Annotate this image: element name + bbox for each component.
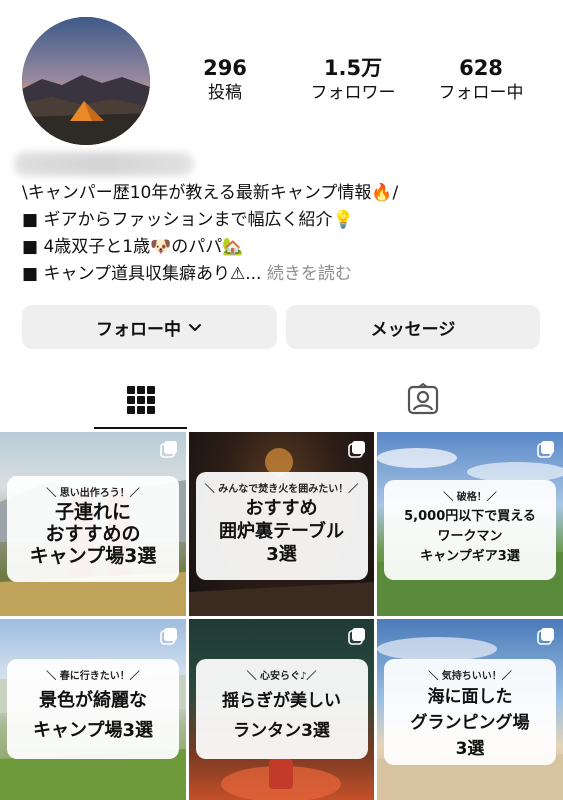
tab-tagged[interactable] (376, 370, 469, 430)
followers-count: 1.5万 (323, 56, 383, 80)
post-tagline: ＼ 気持ちいい！／ (428, 671, 512, 682)
post-card: ＼ 春に行きたい！／ 景色が綺麗な キャンプ場3選 (7, 659, 179, 759)
profile-header: 296 投稿 1.5万 フォロワー 628 フォロー中 (0, 0, 563, 150)
bio-line-3: ■ 4歳双子と1歳🐶のパパ🏡 (22, 237, 244, 257)
stat-posts[interactable]: 296 投稿 (165, 55, 285, 105)
post-card: ＼ 気持ちいい！／ 海に面した グランピング場 3選 (384, 659, 556, 765)
bio-line-4-text: ■ キャンプ道具収集癖あり⚠... (22, 264, 262, 284)
multiple-images-icon (537, 440, 555, 458)
post-tagline: ＼ 破格！／ (443, 492, 497, 503)
avatar-landscape-image (22, 17, 150, 145)
followers-label: フォロワー (310, 83, 396, 103)
multiple-images-icon (160, 627, 178, 645)
post-tile[interactable]: ＼ 春に行きたい！／ 景色が綺麗な キャンプ場3選 (0, 619, 186, 800)
bio-line-4: ■ キャンプ道具収集癖あり⚠... 続きを読む (22, 261, 552, 288)
following-count: 628 (459, 56, 503, 80)
multiple-images-icon (348, 627, 366, 645)
post-title: 子連れに おすすめの キャンプ場3選 (29, 501, 157, 567)
blurred-username (14, 152, 194, 176)
posts-count: 296 (203, 56, 247, 80)
posts-label: 投稿 (208, 83, 242, 103)
post-title: 景色が綺麗な キャンプ場3選 (33, 690, 153, 741)
post-tagline: ＼ みんなで焚き火を囲みたい！／ (204, 484, 359, 495)
post-tagline: ＼ 心安らぐ♪／ (246, 671, 317, 682)
profile-bio: \キャンパー歴10年が教える最新キャンプ情報🔥/ ■ ギアからファッションまで幅… (22, 180, 552, 288)
following-button-label: フォロー中 (96, 319, 181, 340)
post-tile[interactable]: ＼ 心安らぐ♪／ 揺らぎが美しい ランタン3選 (189, 619, 374, 800)
stat-following[interactable]: 628 フォロー中 (421, 55, 541, 105)
post-tagline: ＼ 思い出作ろう！／ (46, 488, 140, 499)
stat-followers[interactable]: 1.5万 フォロワー (293, 55, 413, 105)
post-title: 揺らぎが美しい ランタン3選 (222, 691, 341, 741)
posts-grid: ＼ 思い出作ろう！／ 子連れに おすすめの キャンプ場3選 ＼ みんなで焚き火を… (0, 432, 563, 800)
post-card: ＼ 心安らぐ♪／ 揺らぎが美しい ランタン3選 (195, 659, 368, 759)
chevron-down-icon (189, 324, 201, 331)
post-tile[interactable]: ＼ 思い出作ろう！／ 子連れに おすすめの キャンプ場3選 (0, 432, 186, 616)
post-card: ＼ みんなで焚き火を囲みたい！／ おすすめ 囲炉裏テーブル 3選 (195, 472, 368, 580)
post-tagline: ＼ 春に行きたい！／ (46, 671, 140, 682)
message-button[interactable]: メッセージ (286, 305, 540, 349)
grid-icon (126, 386, 155, 414)
message-button-label: メッセージ (370, 319, 456, 340)
tagged-person-icon (407, 383, 438, 415)
multiple-images-icon (537, 627, 555, 645)
read-more-link[interactable]: 続きを読む (267, 264, 352, 284)
post-title: 海に面した グランピング場 3選 (410, 687, 530, 759)
avatar[interactable] (22, 17, 150, 145)
active-tab-indicator (94, 427, 187, 429)
bio-line-1: \キャンパー歴10年が教える最新キャンプ情報🔥/ (22, 183, 399, 203)
post-tile[interactable]: ＼ みんなで焚き火を囲みたい！／ おすすめ 囲炉裏テーブル 3選 (189, 432, 374, 616)
post-card: ＼ 思い出作ろう！／ 子連れに おすすめの キャンプ場3選 (7, 476, 179, 582)
multiple-images-icon (348, 440, 366, 458)
post-tile[interactable]: ＼ 気持ちいい！／ 海に面した グランピング場 3選 (377, 619, 563, 800)
post-title: 5,000円以下で買える ワークマン キャンプギア3選 (404, 509, 536, 564)
post-title: おすすめ 囲炉裏テーブル 3選 (219, 498, 344, 565)
post-tile[interactable]: ＼ 破格！／ 5,000円以下で買える ワークマン キャンプギア3選 (377, 432, 563, 616)
following-button[interactable]: フォロー中 (22, 305, 277, 349)
bio-line-2: ■ ギアからファッションまで幅広く紹介💡 (22, 210, 354, 230)
multiple-images-icon (160, 440, 178, 458)
profile-tabs (0, 370, 563, 430)
following-label: フォロー中 (438, 83, 524, 103)
tab-posts[interactable] (94, 370, 187, 430)
post-card: ＼ 破格！／ 5,000円以下で買える ワークマン キャンプギア3選 (384, 480, 556, 580)
